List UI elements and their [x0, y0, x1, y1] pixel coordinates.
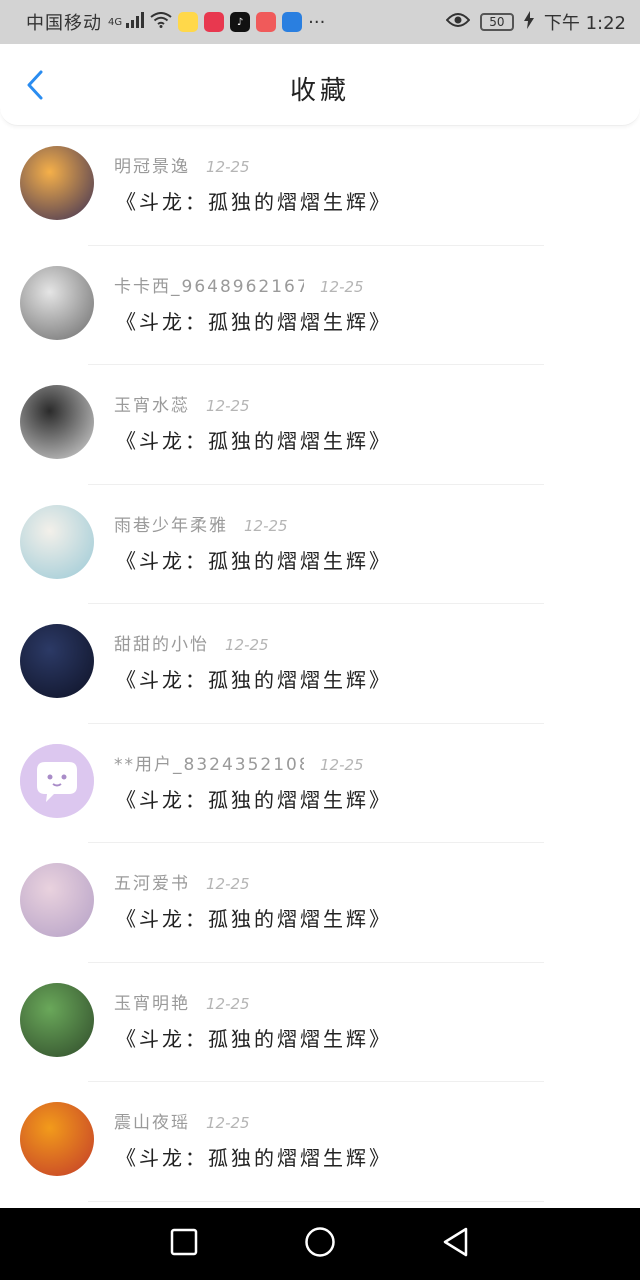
list-item[interactable]: 甜甜的小怡 12-25 《斗龙：孤独的熠熠生辉》: [0, 604, 640, 724]
book-title[interactable]: 《斗龙：孤独的熠熠生辉》: [116, 784, 392, 813]
system-back-button[interactable]: [436, 1224, 476, 1264]
book-title[interactable]: 《斗龙：孤独的熠熠生辉》: [116, 425, 392, 454]
status-bar: 中国移动 4G ♪ ··· 50 下午 1:22: [0, 0, 640, 44]
item-meta: **用户_8324352108… 12-25: [114, 750, 364, 775]
home-icon: [304, 1226, 336, 1262]
network-type: 4G: [108, 16, 123, 28]
more-icon: ···: [308, 11, 326, 33]
user-avatar[interactable]: [20, 504, 94, 579]
app-icon-5: [282, 12, 303, 32]
douyin-icon: ♪: [230, 12, 251, 32]
date-label: 12-25: [206, 158, 250, 176]
item-meta: 玉宵水蕊 12-25: [114, 391, 250, 416]
user-avatar[interactable]: [20, 624, 94, 698]
list-item[interactable]: 震山夜瑶 12-25 《斗龙：孤独的熠熠生辉》: [0, 1082, 640, 1202]
eye-icon: [445, 12, 471, 33]
date-label: 12-25: [320, 755, 364, 774]
username[interactable]: 明冠景逸: [114, 152, 190, 177]
book-title[interactable]: 《斗龙：孤独的熠熠生辉》: [116, 1023, 392, 1052]
recent-apps-button[interactable]: [164, 1224, 204, 1264]
app-icon-4: [256, 12, 277, 32]
book-title[interactable]: 《斗龙：孤独的熠熠生辉》: [116, 664, 392, 693]
item-meta: 玉宵明艳 12-25: [114, 989, 250, 1014]
date-label: 12-25: [206, 875, 250, 893]
date-label: 12-25: [320, 277, 364, 296]
book-title[interactable]: 《斗龙：孤独的熠熠生辉》: [116, 545, 392, 574]
book-title[interactable]: 《斗龙：孤独的熠熠生辉》: [116, 1142, 392, 1171]
book-title[interactable]: 《斗龙：孤独的熠熠生辉》: [116, 186, 392, 215]
default-avatar-icon[interactable]: [20, 743, 94, 818]
clock: 下午 1:22: [543, 13, 626, 34]
wifi-icon: [150, 11, 172, 33]
username[interactable]: 玉宵水蕊: [114, 391, 190, 416]
favorites-list: 明冠景逸12-25《斗龙：孤独的熠熠生辉》卡卡西_9648962167…12-2…: [0, 126, 640, 1202]
item-meta: 明冠景逸 12-25: [114, 152, 250, 177]
item-meta: 雨巷少年柔雅 12-25: [114, 511, 288, 536]
user-avatar[interactable]: [20, 1102, 94, 1176]
username[interactable]: 玉宵明艳: [114, 989, 190, 1014]
signal-icon: [126, 11, 145, 33]
divider: [88, 1200, 544, 1202]
date-label: 12-25: [206, 1114, 250, 1132]
username[interactable]: **用户_8324352108…: [114, 750, 304, 775]
username[interactable]: 五河爱书: [114, 869, 190, 894]
list-item[interactable]: 五河爱书 12-25 《斗龙：孤独的熠熠生辉》: [0, 843, 640, 963]
battery-indicator: 50: [479, 13, 514, 31]
date-label: 12-25: [206, 994, 250, 1013]
list-item[interactable]: 明冠景逸 12-25 《斗龙：孤独的熠熠生辉》: [0, 126, 640, 246]
date-label: 12-25: [206, 397, 250, 415]
recent-apps-icon: [170, 1228, 198, 1260]
item-meta: 甜甜的小怡 12-25: [114, 630, 269, 655]
list-item[interactable]: 雨巷少年柔雅 12-25 《斗龙：孤独的熠熠生辉》: [0, 485, 640, 604]
user-avatar[interactable]: [20, 863, 94, 937]
user-avatar[interactable]: [20, 385, 94, 459]
user-avatar[interactable]: [20, 265, 94, 340]
carrier-name: 中国移动: [26, 13, 102, 34]
item-meta: 卡卡西_9648962167… 12-25: [114, 272, 364, 297]
user-avatar[interactable]: [20, 146, 94, 220]
item-meta: 五河爱书 12-25: [114, 869, 250, 894]
username[interactable]: 震山夜瑶: [114, 1108, 190, 1133]
book-title[interactable]: 《斗龙：孤独的熠熠生辉》: [116, 903, 392, 932]
list-item[interactable]: 玉宵水蕊 12-25 《斗龙：孤独的熠熠生辉》: [0, 365, 640, 485]
username[interactable]: 雨巷少年柔雅: [114, 511, 228, 536]
list-item[interactable]: 卡卡西_9648962167… 12-25 《斗龙：孤独的熠熠生辉》: [0, 246, 640, 365]
back-icon: [442, 1227, 470, 1261]
charging-icon: [523, 10, 534, 34]
app-header: 收藏: [0, 44, 640, 126]
date-label: 12-25: [225, 636, 269, 654]
username[interactable]: 甜甜的小怡: [114, 630, 209, 655]
book-title[interactable]: 《斗龙：孤独的熠熠生辉》: [116, 306, 392, 335]
page-title: 收藏: [289, 76, 350, 106]
item-meta: 震山夜瑶 12-25: [114, 1108, 250, 1133]
app-icon-1: [178, 12, 199, 32]
list-item[interactable]: 玉宵明艳 12-25 《斗龙：孤独的熠熠生辉》: [0, 963, 640, 1082]
app-icon-2: [204, 12, 225, 32]
list-item[interactable]: **用户_8324352108… 12-25 《斗龙：孤独的熠熠生辉》: [0, 724, 640, 843]
home-button[interactable]: [300, 1224, 340, 1264]
user-avatar[interactable]: [20, 982, 94, 1057]
username[interactable]: 卡卡西_9648962167…: [114, 272, 304, 297]
navigation-bar: [0, 1208, 640, 1280]
date-label: 12-25: [244, 516, 288, 535]
